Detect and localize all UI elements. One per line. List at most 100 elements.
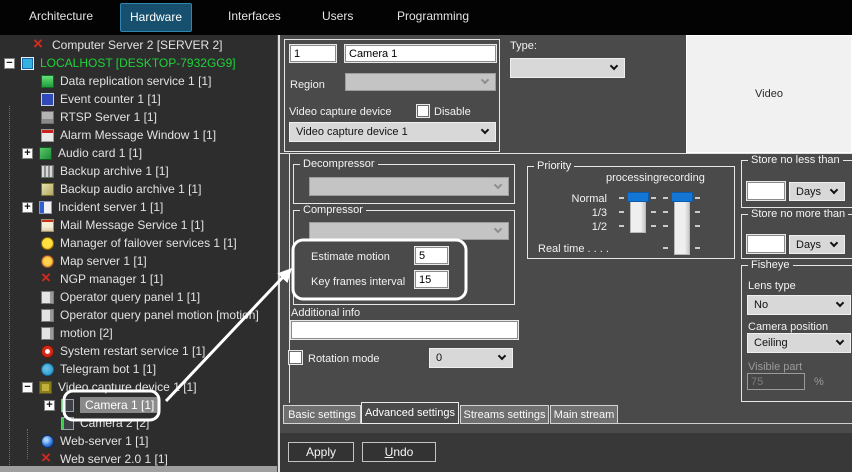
tree-row[interactable]: Alarm Message Window 1 [1] — [0, 126, 277, 144]
rotation-mode-dropdown[interactable]: 0 — [429, 348, 513, 368]
tree-row[interactable]: motion [2] — [0, 324, 277, 342]
tree-row[interactable]: RTSP Server 1 [1] — [0, 108, 277, 126]
slider-tick — [663, 211, 668, 213]
decompressor-dropdown[interactable] — [309, 177, 509, 196]
tree-row[interactable]: Camera 2 [2] — [0, 414, 277, 432]
tree-item-label[interactable]: Mail Message Service 1 [1] — [60, 218, 204, 232]
tree-row[interactable]: − LOCALHOST [DESKTOP-7932GG9] — [0, 54, 277, 72]
slider-tick — [695, 225, 700, 227]
expand-icon[interactable]: + — [22, 201, 33, 213]
tree-row[interactable]: + Camera 1 [1] — [0, 396, 277, 414]
tree-row[interactable]: + Audio card 1 [1] — [0, 144, 277, 162]
tree-row[interactable]: Computer Server 2 [SERVER 2] — [0, 36, 277, 54]
tree-row[interactable]: Mail Message Service 1 [1] — [0, 216, 277, 234]
expand-icon[interactable]: + — [44, 399, 55, 411]
camera-id-input[interactable]: 1 — [290, 45, 336, 62]
tree-row[interactable]: Manager of failover services 1 [1] — [0, 234, 277, 252]
store-no-more-input[interactable] — [747, 235, 785, 253]
tree-row[interactable]: Operator query panel 1 [1] — [0, 288, 277, 306]
chip-icon — [39, 380, 52, 394]
tab-basic-settings[interactable]: Basic settings — [283, 405, 361, 424]
nav-tab-users[interactable]: Users — [322, 9, 353, 23]
compressor-dropdown[interactable] — [309, 222, 509, 240]
tree-item-label[interactable]: Operator query panel motion [motion] — [60, 308, 259, 322]
apply-button[interactable]: Apply — [288, 442, 354, 462]
store-no-less-unit-dropdown[interactable]: Days — [789, 182, 845, 201]
video-preview-label: Video — [755, 88, 783, 100]
tree-item-label[interactable]: Web server 2.0 1 [1] — [60, 452, 168, 466]
rotation-mode-checkbox[interactable] — [289, 351, 302, 364]
tree-item-label[interactable]: Web-server 1 [1] — [60, 434, 148, 448]
tree-item-label[interactable]: Alarm Message Window 1 [1] — [60, 128, 216, 142]
nav-tab-hardware[interactable]: Hardware — [120, 3, 192, 32]
nav-tab-interfaces[interactable]: Interfaces — [228, 9, 281, 23]
tree-row[interactable]: Telegram bot 1 [1] — [0, 360, 277, 378]
processing-slider-thumb[interactable] — [627, 192, 649, 202]
tree-row[interactable]: System restart service 1 [1] — [0, 342, 277, 360]
collapse-icon[interactable]: − — [4, 57, 15, 69]
tree-row[interactable]: Backup archive 1 [1] — [0, 162, 277, 180]
store-no-more-unit-dropdown[interactable]: Days — [789, 235, 845, 254]
nav-tab-architecture[interactable]: Architecture — [29, 9, 93, 23]
additional-info-input[interactable] — [291, 321, 518, 339]
tabpage-left-border — [289, 154, 290, 403]
tree-item-label[interactable]: System restart service 1 [1] — [60, 344, 205, 358]
slider-tick — [663, 225, 668, 227]
tree-item-label[interactable]: Backup audio archive 1 [1] — [60, 182, 201, 196]
tree-row[interactable]: Event counter 1 [1] — [0, 90, 277, 108]
estimate-motion-input[interactable]: 5 — [415, 247, 448, 264]
expand-icon[interactable]: + — [22, 147, 33, 159]
tree-item-label[interactable]: Map server 1 [1] — [60, 254, 147, 268]
camera-name-input[interactable]: Camera 1 — [345, 45, 496, 62]
globe-icon — [41, 434, 54, 448]
tree-item-label[interactable]: NGP manager 1 [1] — [60, 272, 163, 286]
undo-button[interactable]: Undo — [362, 442, 436, 462]
incident-icon — [39, 200, 52, 214]
event-counter-icon — [41, 92, 54, 106]
tree-row[interactable]: + Incident server 1 [1] — [0, 198, 277, 216]
tree-item-label[interactable]: Operator query panel 1 [1] — [60, 290, 200, 304]
nav-tab-programming[interactable]: Programming — [397, 9, 469, 23]
tree-row[interactable]: Data replication service 1 [1] — [0, 72, 277, 90]
tree-item-label[interactable]: LOCALHOST [DESKTOP-7932GG9] — [40, 56, 236, 70]
tree-item-label[interactable]: Incident server 1 [1] — [58, 200, 163, 214]
recording-slider-thumb[interactable] — [671, 192, 693, 202]
tree-item-label[interactable]: RTSP Server 1 [1] — [60, 110, 157, 124]
recording-slider-track[interactable] — [674, 193, 690, 255]
tree-item-label[interactable]: Backup archive 1 [1] — [60, 164, 169, 178]
tree-item-label[interactable]: Camera 1 [1] — [80, 397, 160, 413]
visible-part-label: Visible part — [748, 361, 803, 373]
tree-item-label[interactable]: Event counter 1 [1] — [60, 92, 161, 106]
disable-checkbox[interactable] — [417, 105, 429, 117]
tree-item-label[interactable]: Video capture device 1 [1] — [58, 380, 197, 394]
tree-row[interactable]: Operator query panel motion [motion] — [0, 306, 277, 324]
slider-tick — [663, 247, 668, 249]
tree-item-label[interactable]: Telegram bot 1 [1] — [60, 362, 156, 376]
red-x-icon — [41, 272, 54, 286]
tree-item-label[interactable]: Audio card 1 [1] — [58, 146, 142, 160]
type-label: Type: — [510, 40, 537, 52]
key-frames-interval-input[interactable]: 15 — [415, 271, 448, 288]
tree-item-label[interactable]: Manager of failover services 1 [1] — [60, 236, 237, 250]
tree-horizontal-scrollbar[interactable] — [0, 466, 277, 472]
store-no-less-input[interactable] — [747, 182, 785, 200]
tab-main-stream[interactable]: Main stream — [550, 405, 618, 424]
video-preview: Video — [686, 35, 852, 153]
type-dropdown[interactable] — [510, 58, 625, 78]
video-capture-device-dropdown[interactable]: Video capture device 1 — [289, 122, 496, 142]
tree-row[interactable]: − Video capture device 1 [1] — [0, 378, 277, 396]
tree-item-label[interactable]: motion [2] — [60, 326, 113, 340]
tree-row[interactable]: NGP manager 1 [1] — [0, 270, 277, 288]
region-dropdown[interactable] — [345, 73, 496, 91]
collapse-icon[interactable]: − — [22, 381, 33, 393]
priority-title: Priority — [534, 160, 575, 172]
lens-type-dropdown[interactable]: No — [747, 295, 851, 315]
tree-row[interactable]: Backup audio archive 1 [1] — [0, 180, 277, 198]
camera-position-dropdown[interactable]: Ceiling — [747, 333, 851, 353]
tree-item-label[interactable]: Data replication service 1 [1] — [60, 74, 211, 88]
tab-streams-settings[interactable]: Streams settings — [460, 405, 549, 424]
tab-advanced-settings[interactable]: Advanced settings — [361, 402, 459, 424]
disable-label: Disable — [434, 106, 471, 118]
tree-item-label[interactable]: Camera 2 [2] — [80, 416, 149, 430]
tree-item-label[interactable]: Computer Server 2 [SERVER 2] — [52, 38, 223, 52]
